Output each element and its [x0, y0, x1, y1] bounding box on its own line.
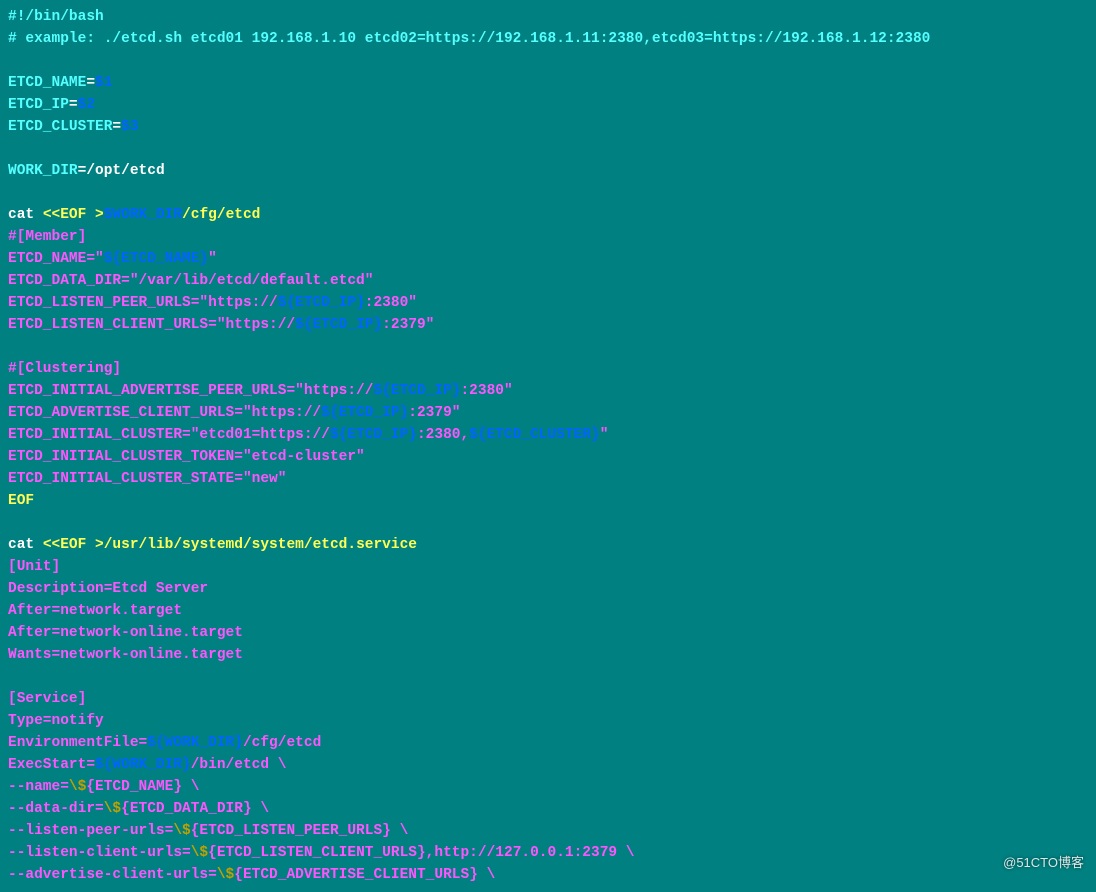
- heredoc-line: [Service]: [8, 691, 86, 707]
- variable-ref: ${ETCD_IP}: [330, 427, 417, 443]
- var-name: WORK_DIR: [8, 163, 78, 179]
- variable-ref: ${ETCD_IP}: [321, 405, 408, 421]
- heredoc-start: <<EOF >: [43, 537, 104, 553]
- heredoc-line: EnvironmentFile=: [8, 735, 147, 751]
- heredoc-line: ETCD_INITIAL_CLUSTER_STATE="new": [8, 471, 286, 487]
- heredoc-line: ETCD_ADVERTISE_CLIENT_URLS="https://: [8, 405, 321, 421]
- heredoc-line: [Unit]: [8, 559, 60, 575]
- heredoc-line: --data-dir=: [8, 801, 104, 817]
- var-value: $2: [78, 97, 95, 113]
- heredoc-line: #[Member]: [8, 229, 86, 245]
- heredoc-line: After=network-online.target: [8, 625, 243, 641]
- heredoc-line: Description=Etcd Server: [8, 581, 208, 597]
- escape-seq: \$: [191, 845, 208, 861]
- escape-seq: \$: [69, 779, 86, 795]
- heredoc-line: Type=notify: [8, 713, 104, 729]
- code-block: #!/bin/bash # example: ./etcd.sh etcd01 …: [0, 0, 1096, 892]
- heredoc-line: ETCD_INITIAL_ADVERTISE_PEER_URLS="https:…: [8, 383, 373, 399]
- escape-seq: \$: [173, 823, 190, 839]
- var-value: $1: [95, 75, 112, 91]
- var-name: ETCD_NAME: [8, 75, 86, 91]
- heredoc-line: ETCD_LISTEN_PEER_URLS="https://: [8, 295, 278, 311]
- heredoc-line: ETCD_INITIAL_CLUSTER="etcd01=https://: [8, 427, 330, 443]
- heredoc-line: ETCD_DATA_DIR="/var/lib/etcd/default.etc…: [8, 273, 373, 289]
- heredoc-line: #[Clustering]: [8, 361, 121, 377]
- var-name: ETCD_IP: [8, 97, 69, 113]
- cat-cmd: cat: [8, 207, 43, 223]
- heredoc-line: ETCD_LISTEN_CLIENT_URLS="https://: [8, 317, 295, 333]
- heredoc-line: --advertise-client-urls=: [8, 867, 217, 883]
- escape-seq: \$: [217, 867, 234, 883]
- variable-ref: ${ETCD_NAME}: [104, 251, 208, 267]
- heredoc-line: ExecStart=: [8, 757, 95, 773]
- variable-ref: ${ETCD_IP}: [295, 317, 382, 333]
- variable-ref: ${WORK_DIR}: [95, 757, 191, 773]
- heredoc-line: --name=: [8, 779, 69, 795]
- variable-ref: ${ETCD_IP}: [373, 383, 460, 399]
- var-name: ETCD_CLUSTER: [8, 119, 112, 135]
- variable-ref: $WORK_DIR: [104, 207, 182, 223]
- var-value: /opt/etcd: [86, 163, 164, 179]
- heredoc-line: ETCD_INITIAL_CLUSTER_TOKEN="etcd-cluster…: [8, 449, 365, 465]
- heredoc-line: After=network.target: [8, 603, 182, 619]
- heredoc-line: Wants=network-online.target: [8, 647, 243, 663]
- heredoc-end: EOF: [8, 493, 34, 509]
- watermark-label: @51CTO博客: [1003, 852, 1084, 874]
- variable-ref: ${ETCD_IP}: [278, 295, 365, 311]
- var-value: $3: [121, 119, 138, 135]
- heredoc-line: ETCD_NAME=": [8, 251, 104, 267]
- heredoc-line: --listen-peer-urls=: [8, 823, 173, 839]
- escape-seq: \$: [104, 801, 121, 817]
- variable-ref: ${WORK_DIR}: [147, 735, 243, 751]
- shebang-line: #!/bin/bash: [8, 9, 104, 25]
- variable-ref: ${ETCD_CLUSTER}: [469, 427, 600, 443]
- heredoc-line: --listen-client-urls=: [8, 845, 191, 861]
- comment-line: # example: ./etcd.sh etcd01 192.168.1.10…: [8, 31, 930, 47]
- heredoc-start: <<EOF >: [43, 207, 104, 223]
- cat-cmd: cat: [8, 537, 43, 553]
